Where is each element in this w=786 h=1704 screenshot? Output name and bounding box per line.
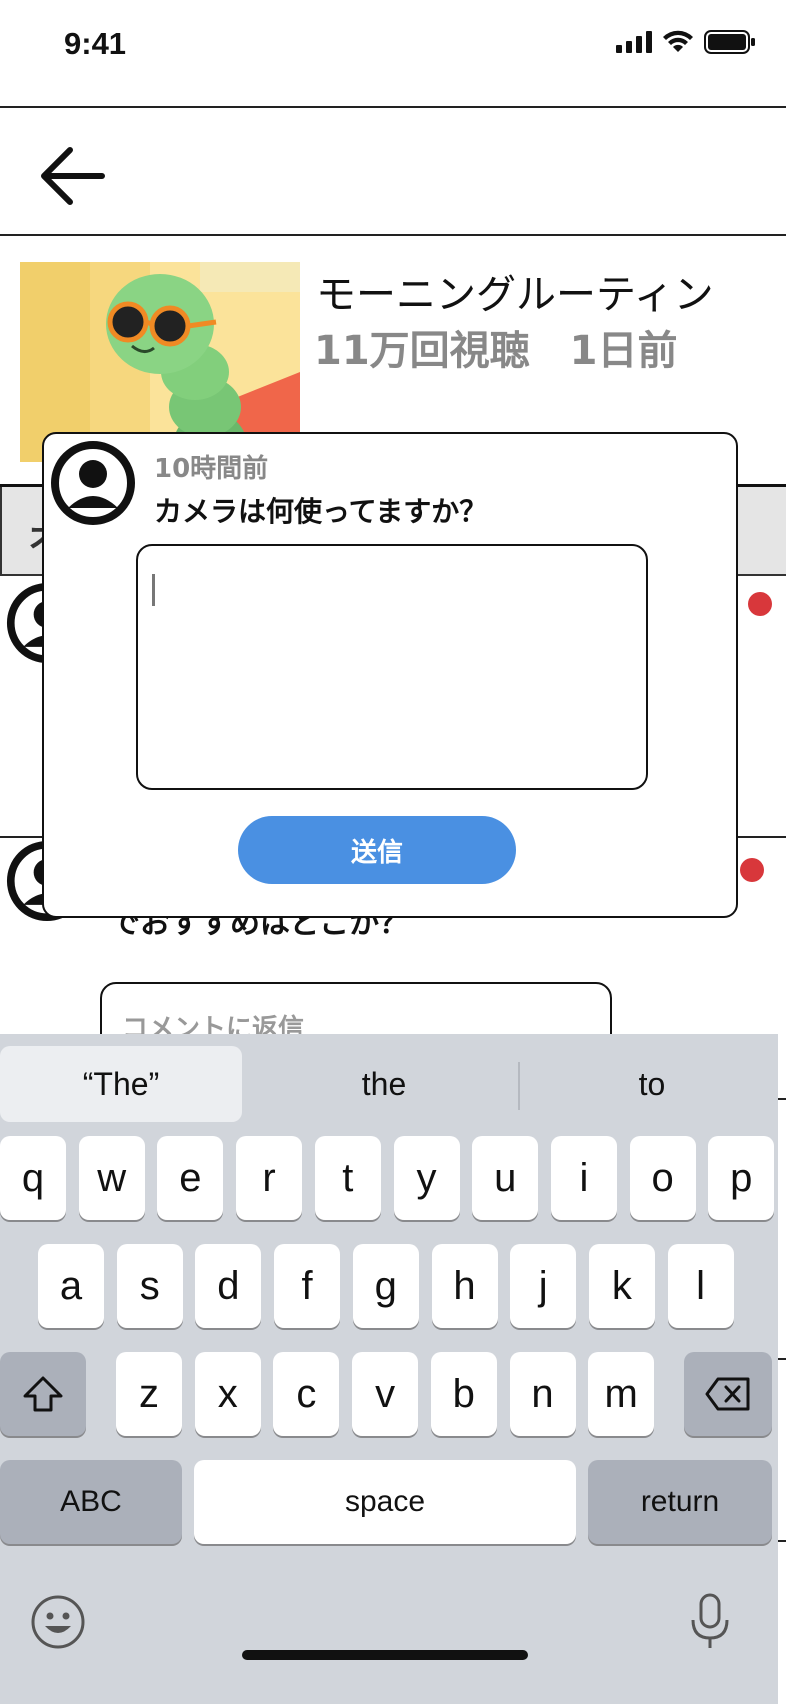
- text-caret: [152, 574, 155, 606]
- status-icons: [616, 30, 756, 54]
- key-n[interactable]: n: [509, 1352, 576, 1436]
- key-u[interactable]: u: [472, 1136, 539, 1220]
- microphone-icon[interactable]: [688, 1592, 732, 1652]
- video-title: モーニングルーティン: [316, 272, 714, 318]
- key-j[interactable]: j: [510, 1244, 577, 1328]
- suggestion-item[interactable]: to: [530, 1046, 774, 1122]
- emoji-icon[interactable]: [30, 1594, 86, 1650]
- key-w[interactable]: w: [78, 1136, 145, 1220]
- back-arrow-icon[interactable]: [36, 140, 108, 212]
- unread-badge: [740, 858, 764, 882]
- home-indicator: [242, 1650, 528, 1660]
- posted-time: 1日前: [569, 328, 678, 374]
- key-m[interactable]: m: [588, 1352, 655, 1436]
- keyboard: “The” the to ABC space return qwertyuiop…: [0, 1034, 778, 1704]
- comment-text: カメラは何使ってますか？: [154, 495, 488, 528]
- video-meta: 11万回視聴 1日前: [314, 318, 678, 376]
- unread-badge: [748, 592, 772, 616]
- signal-icon: [616, 31, 652, 53]
- battery-icon: [704, 30, 755, 54]
- key-p[interactable]: p: [708, 1136, 775, 1220]
- space-key[interactable]: space: [194, 1460, 576, 1544]
- suggestion-separator: [518, 1062, 520, 1110]
- shift-icon: [23, 1376, 63, 1412]
- key-d[interactable]: d: [195, 1244, 262, 1328]
- status-bar: 9:41: [0, 0, 786, 108]
- suggestion-bar: “The” the to: [0, 1034, 778, 1128]
- key-a[interactable]: a: [38, 1244, 104, 1328]
- key-f[interactable]: f: [274, 1244, 341, 1328]
- key-v[interactable]: v: [352, 1352, 419, 1436]
- status-time: 9:41: [64, 26, 127, 61]
- comment-time: 10時間前: [154, 454, 269, 484]
- wifi-icon: [663, 30, 693, 52]
- key-l[interactable]: l: [667, 1244, 734, 1328]
- return-key[interactable]: return: [588, 1460, 772, 1544]
- key-c[interactable]: c: [273, 1352, 340, 1436]
- key-s[interactable]: s: [116, 1244, 183, 1328]
- view-count: 11万回視聴: [314, 328, 530, 374]
- key-h[interactable]: h: [431, 1244, 498, 1328]
- reply-textarea[interactable]: [136, 544, 648, 790]
- key-r[interactable]: r: [236, 1136, 303, 1220]
- key-q[interactable]: q: [0, 1136, 66, 1220]
- key-b[interactable]: b: [430, 1352, 497, 1436]
- key-e[interactable]: e: [157, 1136, 224, 1220]
- shift-key[interactable]: [0, 1352, 86, 1436]
- key-x[interactable]: x: [194, 1352, 261, 1436]
- key-z[interactable]: z: [116, 1352, 182, 1436]
- delete-key[interactable]: [684, 1352, 772, 1436]
- key-o[interactable]: o: [629, 1136, 696, 1220]
- reply-dialog: 10時間前 カメラは何使ってますか？ 送信: [42, 432, 738, 918]
- abc-key[interactable]: ABC: [0, 1460, 182, 1544]
- key-i[interactable]: i: [550, 1136, 617, 1220]
- nav-bar: [0, 108, 786, 236]
- avatar-icon: [51, 441, 135, 525]
- suggestion-item[interactable]: “The”: [0, 1046, 242, 1122]
- key-k[interactable]: k: [588, 1244, 655, 1328]
- backspace-icon: [705, 1377, 750, 1411]
- tab-right[interactable]: [734, 487, 786, 574]
- send-button[interactable]: 送信: [238, 816, 516, 884]
- key-y[interactable]: y: [393, 1136, 460, 1220]
- key-t[interactable]: t: [314, 1136, 381, 1220]
- suggestion-item[interactable]: the: [262, 1046, 506, 1122]
- key-g[interactable]: g: [352, 1244, 419, 1328]
